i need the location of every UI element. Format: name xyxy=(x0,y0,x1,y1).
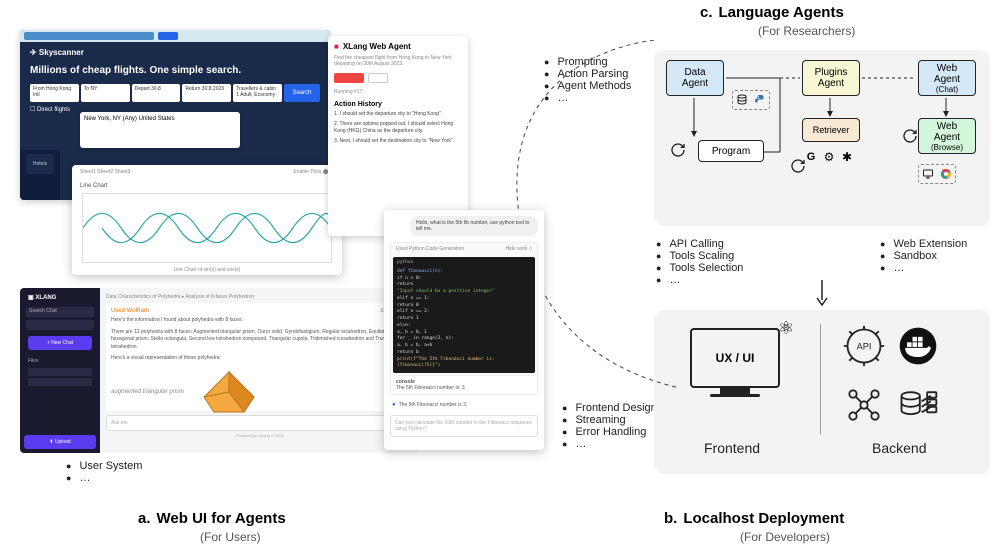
language-agents-diagram: DataAgent PluginsAgent WebAgent (Chat) W… xyxy=(654,50,990,226)
program-box: Program xyxy=(698,140,764,162)
travellers-field[interactable]: Travellers & cabin 1 Adult, Economy xyxy=(233,84,282,102)
secondary-button[interactable] xyxy=(368,73,388,83)
data-agent-icons xyxy=(732,90,770,110)
to-field[interactable]: To NY xyxy=(81,84,130,102)
retriever-box: Retriever xyxy=(802,118,860,142)
bullets-api: API Calling Tools Scaling Tools Selectio… xyxy=(656,238,743,286)
console-output: The 5th Fibonacci number is: 3 xyxy=(396,385,532,391)
section-c-title: c.Language Agents xyxy=(700,4,844,21)
footer: Powered by XLang © 2023 xyxy=(106,433,414,438)
location-popup[interactable]: New York, NY (Any) United States xyxy=(80,112,240,148)
hide-work[interactable]: Hide work ˄ xyxy=(505,246,532,252)
action-item: 1. I should set the departure city to "H… xyxy=(334,111,462,118)
upload-button[interactable]: ⬆ Upload xyxy=(24,435,96,449)
action-item: 3. Next, I should set the destination ci… xyxy=(334,138,462,145)
section-a-title: a.Web UI for Agents xyxy=(138,510,286,527)
network-icon xyxy=(842,383,886,432)
arrow-down-icon xyxy=(812,280,832,306)
action-item: 2. There are options popped out, I shoul… xyxy=(334,121,462,135)
user-message: Hello, what is the 5th fib number, use p… xyxy=(410,216,538,236)
react-icon: ⚛ xyxy=(778,318,794,339)
line-chart xyxy=(82,193,332,263)
mock-chart-panel: Sheet1 Sheet2 Sheet3 Enable Plots ⬤ ⊕ Li… xyxy=(72,165,342,275)
mock-xlang-main: ▣ XLANG Search Chat + New Chat Files ⬆ U… xyxy=(20,288,420,453)
bullets-webext: Web Extension Sandbox … xyxy=(880,238,967,274)
asterisk-icon: ✱ xyxy=(840,150,854,164)
prism-caption: augmented triangular prism xyxy=(111,389,184,395)
chat-item[interactable] xyxy=(26,320,94,330)
assistant-reply: The 5th Fibonacci number is 3. xyxy=(390,399,538,411)
plugins-agent-box: PluginsAgent xyxy=(802,60,860,96)
bullets-user: User System … xyxy=(66,460,142,484)
search-chat[interactable]: Search Chat xyxy=(26,307,94,317)
refresh-icon-web xyxy=(902,128,918,149)
from-field[interactable]: From Hong Kong Intl xyxy=(30,84,79,102)
hotels-tab[interactable]: Hotels xyxy=(26,154,54,174)
section-b-subtitle: (For Developers) xyxy=(740,530,830,544)
browse-icons xyxy=(918,164,956,184)
backend-icons: API xyxy=(842,324,940,432)
code-box: python def fibonacci(n): if n < 0: retur… xyxy=(393,257,535,373)
localhost-deployment-diagram: UX / UI ⚛ Frontend API Backend xyxy=(654,310,990,474)
plugin-tool-icons: G ⚙ ✱ xyxy=(804,150,854,164)
chat-input-2[interactable]: Can you calculate the 10th number in the… xyxy=(390,415,538,437)
used-wolfram: Used Wolfram xyxy=(111,308,149,314)
server-stack-icon xyxy=(896,383,940,432)
api-gear-icon: API xyxy=(842,324,886,373)
web-ui-mockups: ✈ Skyscanner Millions of cheap flights. … xyxy=(20,30,470,450)
web-agent-browse-box: WebAgent (Browse) xyxy=(918,118,976,154)
stop-button[interactable] xyxy=(334,73,364,83)
files-label: Files xyxy=(24,356,96,366)
file-item[interactable] xyxy=(28,368,92,376)
sidebar: ▣ XLANG Search Chat + New Chat Files ⬆ U… xyxy=(20,288,100,453)
running-status: Running #17 xyxy=(334,89,462,95)
main-panel: Data Characteristics of Polyhedra ▸ Anal… xyxy=(100,288,420,453)
breadcrumb: Data Characteristics of Polyhedra ▸ Anal… xyxy=(106,294,414,300)
chrome-icon xyxy=(939,167,953,181)
answer-text: There are 12 polyhedra with 8 faces: Aug… xyxy=(111,329,409,352)
bullets-frontend: Frontend Design Streaming Error Handling… xyxy=(562,402,657,450)
depart-field[interactable]: Depart 30.8 xyxy=(132,84,181,102)
data-agent-box: DataAgent xyxy=(666,60,724,96)
refresh-icon-data xyxy=(670,142,686,163)
backend-label: Backend xyxy=(872,440,926,456)
skyscanner-hero: Millions of cheap flights. One simple se… xyxy=(20,63,330,84)
mock-xlang-agent: XLang Web Agent Find the cheapest flight… xyxy=(328,36,468,236)
docker-icon xyxy=(896,324,940,373)
section-b-title: b.Localhost Deployment xyxy=(664,510,844,527)
new-chat-button[interactable]: + New Chat xyxy=(28,336,92,350)
file-item[interactable] xyxy=(28,378,92,386)
web-agent-chat-box: WebAgent (Chat) xyxy=(918,60,976,96)
svg-text:API: API xyxy=(857,342,872,352)
monitor-icon xyxy=(921,167,935,181)
search-button[interactable]: Search xyxy=(284,84,320,102)
used-python: Used Python Code Generation xyxy=(396,246,464,252)
python-icon xyxy=(753,93,767,107)
xlang-logo: ▣ XLANG xyxy=(24,292,96,304)
chart-title: Line Chart xyxy=(76,181,338,191)
chart-footer: Line Chart of sin(x) and cos(x) xyxy=(76,265,338,273)
skyscanner-brand: ✈ Skyscanner xyxy=(20,42,330,63)
answer-sub: Here's a visual representation of these … xyxy=(111,355,409,363)
code-block: Used Python Code Generation Hide work ˄ … xyxy=(390,242,538,395)
mock-code-chat: Hello, what is the 5th fib number, use p… xyxy=(384,210,544,450)
sheet-tabs[interactable]: Sheet1 Sheet2 Sheet3 xyxy=(80,169,130,181)
database-icon xyxy=(735,93,749,107)
xlang-title: XLang Web Agent xyxy=(334,42,462,51)
bullets-researchers: Prompting Action Parsing Agent Methods … xyxy=(544,56,631,104)
answer-head: Here's the information I found about pol… xyxy=(111,317,409,325)
action-history-title: Action History xyxy=(334,101,462,108)
google-icon: G xyxy=(804,150,818,164)
frontend-monitor: UX / UI xyxy=(690,328,780,397)
section-a-subtitle: (For Users) xyxy=(200,530,261,544)
gear-icon: ⚙ xyxy=(822,150,836,164)
frontend-label: Frontend xyxy=(704,440,760,456)
section-c-subtitle: (For Researchers) xyxy=(758,24,855,38)
xlang-desc: Find the cheapest flight from Hong Kong … xyxy=(334,55,462,67)
prism-shape xyxy=(194,367,264,417)
return-field[interactable]: Return 30.8.2023 xyxy=(182,84,231,102)
chat-input[interactable]: Ask me xyxy=(106,415,414,431)
